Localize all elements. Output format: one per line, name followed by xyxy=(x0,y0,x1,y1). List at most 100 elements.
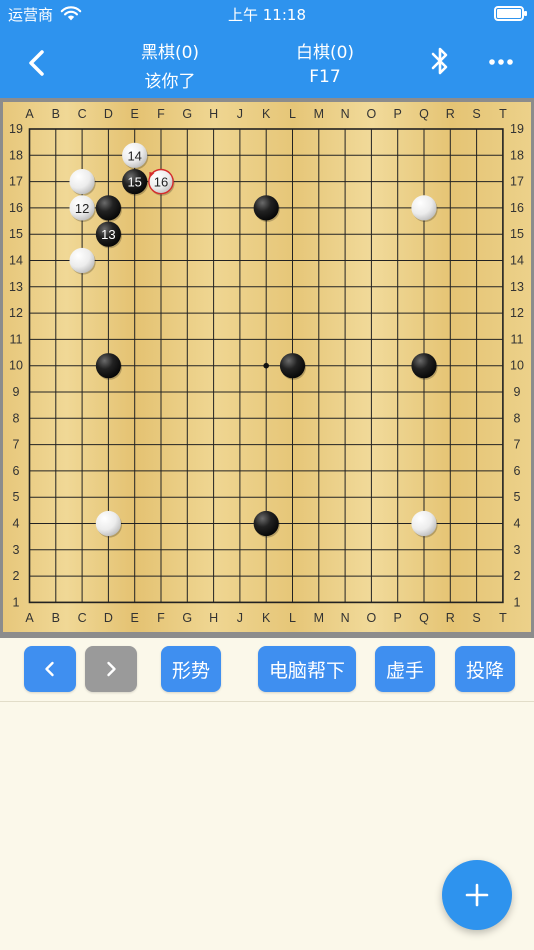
column-label-bottom: T xyxy=(499,611,507,625)
row-label-right: 7 xyxy=(514,438,521,452)
move-number: 12 xyxy=(75,201,89,216)
column-label-bottom: P xyxy=(394,611,402,625)
column-label-top: R xyxy=(446,107,455,121)
black-stone xyxy=(95,195,121,221)
column-label-top: Q xyxy=(419,107,429,121)
row-label-right: 10 xyxy=(510,359,524,373)
status-bar: 运营商 上午 11:18 xyxy=(0,0,534,28)
situation-label: 形势 xyxy=(171,659,210,682)
row-label-right: 17 xyxy=(510,175,524,189)
row-label-left: 17 xyxy=(9,175,23,189)
row-label-right: 6 xyxy=(514,464,521,478)
row-label-right: 12 xyxy=(510,306,524,320)
column-label-top: L xyxy=(289,107,296,121)
bluetooth-icon[interactable] xyxy=(426,45,454,77)
move-number: 16 xyxy=(154,175,168,190)
column-label-top: D xyxy=(104,107,113,121)
row-label-right: 16 xyxy=(510,201,524,215)
row-label-right: 11 xyxy=(511,332,524,346)
more-icon[interactable] xyxy=(486,50,516,74)
row-label-left: 15 xyxy=(9,227,23,241)
toolbar: 形势 电脑帮下 虚手 投降 xyxy=(0,638,534,702)
black-stone xyxy=(253,510,279,537)
white-player-name: 白棋(0) xyxy=(295,43,355,63)
column-label-top: E xyxy=(131,107,139,121)
move-number: 15 xyxy=(127,175,141,190)
back-icon[interactable] xyxy=(20,46,54,80)
row-label-left: 14 xyxy=(9,254,23,268)
white-stone xyxy=(69,247,95,274)
row-label-right: 3 xyxy=(514,543,521,557)
column-label-top: C xyxy=(78,107,87,121)
row-label-left: 4 xyxy=(13,517,20,531)
row-label-right: 9 xyxy=(514,385,521,399)
column-label-bottom: D xyxy=(104,611,113,625)
board-grid[interactable]: AABBCCDDEEFFGGHHJJKKLLMMNNOOPPQQRRSSTT19… xyxy=(3,102,531,632)
row-label-right: 14 xyxy=(510,254,524,268)
column-label-top: K xyxy=(262,107,271,121)
row-label-left: 7 xyxy=(13,438,20,452)
chevron-left-icon xyxy=(45,661,54,677)
white-stone xyxy=(411,195,437,221)
column-label-top: O xyxy=(367,107,377,121)
row-label-right: 18 xyxy=(510,148,524,162)
row-label-right: 19 xyxy=(510,122,524,136)
column-label-top: A xyxy=(25,107,34,121)
black-player-name: 黑棋(0) xyxy=(140,43,200,63)
row-label-left: 5 xyxy=(13,490,20,504)
move-number: 14 xyxy=(127,148,141,163)
resign-button[interactable]: 投降 xyxy=(455,646,515,692)
column-label-bottom: M xyxy=(314,611,324,625)
column-label-bottom: H xyxy=(209,611,218,625)
black-player-info: 黑棋(0) 该你了 xyxy=(105,38,235,92)
column-label-top: T xyxy=(499,107,507,121)
board-frame: A A B B C C D D E E F F G G H H J J K K L L M M N N O O P P Q Q R R S S T T 19… xyxy=(0,98,534,638)
row-label-left: 6 xyxy=(13,464,20,478)
row-label-right: 5 xyxy=(514,490,521,504)
row-label-left: 9 xyxy=(13,385,20,399)
row-label-left: 18 xyxy=(9,148,23,162)
column-label-bottom: O xyxy=(367,611,377,625)
row-label-left: 11 xyxy=(10,332,23,346)
column-label-bottom: G xyxy=(182,611,192,625)
pass-label: 虚手 xyxy=(385,659,424,682)
black-stone xyxy=(253,195,279,221)
column-label-bottom: B xyxy=(52,611,60,625)
column-label-bottom: R xyxy=(446,611,455,625)
column-label-bottom: C xyxy=(78,611,87,625)
white-stone xyxy=(69,169,95,195)
column-label-top: P xyxy=(394,107,402,121)
row-label-left: 3 xyxy=(13,543,20,557)
row-label-right: 8 xyxy=(514,411,521,425)
situation-button[interactable]: 形势 xyxy=(161,646,221,692)
column-label-bottom: J xyxy=(237,611,243,625)
chevron-right-icon xyxy=(107,661,116,677)
column-label-top: G xyxy=(182,107,192,121)
row-label-left: 13 xyxy=(9,280,23,294)
column-label-bottom: K xyxy=(262,611,271,625)
next-move-button[interactable] xyxy=(85,646,137,692)
white-stone xyxy=(95,510,121,537)
row-label-right: 1 xyxy=(514,595,521,609)
battery-icon xyxy=(494,6,527,21)
black-player-status: 该你了 xyxy=(144,72,196,92)
row-label-right: 15 xyxy=(510,227,524,241)
row-label-right: 2 xyxy=(514,569,521,583)
previous-move-button[interactable] xyxy=(24,646,76,692)
add-button[interactable] xyxy=(442,860,512,930)
row-label-right: 4 xyxy=(514,517,521,531)
nav-bar: 黑棋(0) 该你了 白棋(0) F17 xyxy=(0,28,534,98)
column-label-top: F xyxy=(157,107,165,121)
clock: 上午 11:18 xyxy=(228,6,306,24)
row-label-left: 1 xyxy=(13,595,20,609)
row-label-left: 16 xyxy=(9,201,23,215)
column-label-top: H xyxy=(209,107,218,121)
resign-label: 投降 xyxy=(465,659,504,682)
go-board[interactable]: A A B B C C D D E E F F G G H H J J K K L L M M N N O O P P Q Q R R S S T T 19… xyxy=(3,102,531,632)
star-point xyxy=(263,362,270,369)
row-label-left: 12 xyxy=(9,306,23,320)
white-player-info: 白棋(0) F17 xyxy=(260,38,390,87)
column-label-top: S xyxy=(472,107,480,121)
computer-help-button[interactable]: 电脑帮下 xyxy=(258,646,356,692)
pass-button[interactable]: 虚手 xyxy=(375,646,435,692)
